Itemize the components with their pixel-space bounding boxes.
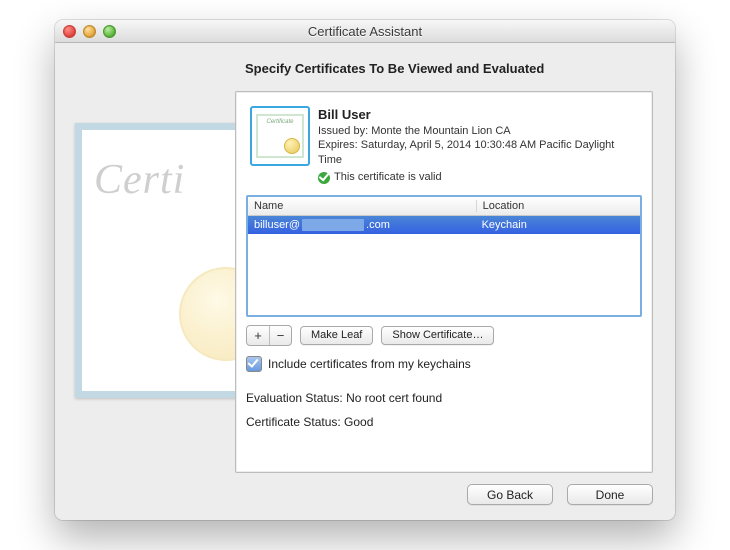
minimize-icon[interactable] — [83, 25, 96, 38]
certificate-table[interactable]: Name Location billuser@ .com Keychain — [246, 195, 642, 317]
certificate-meta: Bill User Issued by: Monte the Mountain … — [318, 106, 638, 185]
window: Certificate Assistant Certi Specify Cert… — [55, 20, 675, 520]
issued-by-label: Issued by: — [318, 125, 368, 137]
show-certificate-button[interactable]: Show Certificate… — [381, 326, 494, 345]
zoom-icon[interactable] — [103, 25, 116, 38]
issued-by-row: Issued by: Monte the Mountain Lion CA — [318, 124, 638, 139]
valid-check-icon — [318, 172, 330, 184]
redacted-segment — [302, 219, 364, 231]
status-block: Evaluation Status: No root cert found Ce… — [246, 386, 642, 434]
footer-buttons: Go Back Done — [467, 484, 653, 505]
table-toolbar: + − Make Leaf Show Certificate… — [246, 325, 642, 346]
certificate-status-row: Certificate Status: Good — [246, 410, 642, 434]
include-keychains-checkbox[interactable]: Include certificates from my keychains — [246, 356, 642, 372]
traffic-lights — [55, 25, 116, 38]
certificate-icon: Certificate — [250, 106, 308, 164]
expires-value: Saturday, April 5, 2014 10:30:48 AM Paci… — [318, 139, 614, 166]
column-header-name[interactable]: Name — [248, 200, 477, 212]
checkbox-icon[interactable] — [246, 356, 262, 372]
table-row[interactable]: billuser@ .com Keychain — [248, 216, 640, 234]
column-header-location[interactable]: Location — [477, 200, 640, 212]
certificate-name: Bill User — [318, 106, 638, 124]
evaluation-status-value: No root cert found — [343, 391, 442, 405]
validity-row: This certificate is valid — [318, 170, 638, 185]
certificate-status-value: Good — [341, 415, 374, 429]
expires-label: Expires: — [318, 139, 358, 151]
cell-location: Keychain — [476, 219, 640, 231]
go-back-button[interactable]: Go Back — [467, 484, 553, 505]
name-suffix: .com — [366, 219, 390, 231]
add-remove-segment: + − — [246, 325, 292, 346]
evaluation-status-row: Evaluation Status: No root cert found — [246, 386, 642, 410]
certificate-summary: Certificate Bill User Issued by: Monte t… — [246, 100, 642, 195]
titlebar: Certificate Assistant — [55, 20, 675, 43]
table-header: Name Location — [248, 197, 640, 216]
add-button[interactable]: + — [247, 326, 269, 345]
make-leaf-button[interactable]: Make Leaf — [300, 326, 373, 345]
evaluation-status-label: Evaluation Status: — [246, 391, 343, 405]
page-heading: Specify Certificates To Be Viewed and Ev… — [245, 43, 675, 86]
remove-button[interactable]: − — [269, 326, 291, 345]
name-prefix: billuser@ — [254, 219, 300, 231]
issued-by-value: Monte the Mountain Lion CA — [368, 125, 510, 137]
certificate-status-label: Certificate Status: — [246, 415, 341, 429]
table-body: billuser@ .com Keychain — [248, 216, 640, 315]
close-icon[interactable] — [63, 25, 76, 38]
watermark-script: Certi — [94, 156, 251, 204]
include-keychains-label: Include certificates from my keychains — [268, 357, 471, 371]
content-area: Certi Specify Certificates To Be Viewed … — [55, 43, 675, 520]
validity-text: This certificate is valid — [334, 170, 442, 185]
main-panel: Certificate Bill User Issued by: Monte t… — [235, 91, 653, 473]
expires-row: Expires: Saturday, April 5, 2014 10:30:4… — [318, 138, 638, 168]
window-title: Certificate Assistant — [55, 24, 675, 39]
done-button[interactable]: Done — [567, 484, 653, 505]
cell-name: billuser@ .com — [248, 219, 476, 231]
